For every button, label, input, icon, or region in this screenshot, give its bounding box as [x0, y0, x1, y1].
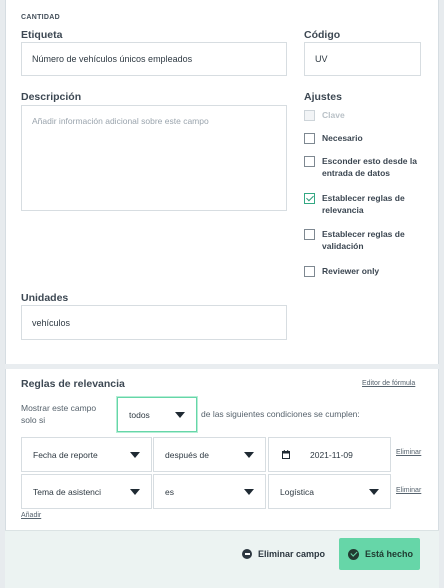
minus-circle-icon — [242, 549, 252, 559]
relevance-rules-checkbox-label: Establecer reglas de relevancia — [322, 193, 405, 215]
setting-validation-rules[interactable]: Establecer reglas de validación — [304, 228, 434, 252]
setting-required[interactable]: Necesario — [304, 132, 434, 144]
chevron-down-icon — [244, 451, 254, 458]
show-if-suffix: de las siguientes condiciones se cumplen… — [201, 409, 360, 419]
code-input-value: UV — [315, 54, 328, 64]
setting-reviewer-only[interactable]: Reviewer only — [304, 265, 434, 277]
section-divider — [5, 364, 439, 369]
key-checkbox-label: Clave — [322, 110, 345, 120]
rule-1-date-value: 2021-11-09 — [310, 449, 353, 460]
rule-1-field-value: Fecha de reporte — [33, 449, 98, 460]
rule-1-operator-value: después de — [165, 449, 209, 460]
chevron-down-icon — [130, 451, 140, 458]
settings-title: Ajustes — [304, 91, 342, 103]
label-field-title: Etiqueta — [21, 29, 63, 41]
rule-2-remove-link[interactable]: Eliminar — [396, 487, 421, 494]
relevance-rules-checkbox[interactable] — [304, 193, 315, 204]
label-input-value: Número de vehículos únicos empleados — [32, 54, 193, 64]
rule-2-field-select[interactable]: Tema de asistenci — [21, 474, 152, 509]
description-field-title: Descripción — [21, 91, 82, 103]
rule-2-operator-value: es — [165, 486, 174, 497]
chevron-down-icon — [244, 488, 254, 495]
units-input-value: vehículos — [32, 317, 71, 328]
required-checkbox-label: Necesario — [322, 133, 363, 143]
check-circle-icon — [348, 548, 359, 560]
delete-field-button[interactable]: Eliminar campo — [242, 548, 325, 560]
rule-2-value-select[interactable]: Logística — [268, 474, 391, 509]
rule-2-value: Logística — [280, 486, 315, 497]
validation-rules-checkbox-label: Establecer reglas de validación — [322, 229, 405, 251]
condition-mode-select[interactable]: todos — [117, 397, 197, 432]
rule-1-remove-link[interactable]: Eliminar — [396, 449, 421, 456]
validation-rules-checkbox[interactable] — [304, 229, 315, 240]
question-type-label: CANTIDAD — [21, 14, 60, 21]
hide-from-entry-checkbox-label: Esconder esto desde la entrada de datos — [322, 156, 417, 178]
description-placeholder: Añadir información adicional sobre este … — [32, 116, 209, 126]
done-label: Está hecho — [365, 549, 414, 559]
rule-2-operator-select[interactable]: es — [153, 474, 266, 509]
setting-key: Clave — [304, 109, 434, 121]
hide-from-entry-checkbox[interactable] — [304, 156, 315, 167]
chevron-down-icon — [369, 488, 379, 495]
code-field-title: Código — [304, 29, 341, 41]
units-field-title: Unidades — [21, 292, 69, 304]
chevron-down-icon — [130, 488, 140, 495]
chevron-down-icon — [175, 411, 185, 418]
code-input[interactable]: UV — [304, 42, 421, 76]
rule-1-field-select[interactable]: Fecha de reporte — [21, 437, 152, 472]
delete-field-label: Eliminar campo — [258, 549, 326, 559]
calendar-icon — [282, 450, 290, 459]
setting-hide-from-entry[interactable]: Esconder esto desde la entrada de datos — [304, 155, 434, 179]
setting-relevance-rules[interactable]: Establecer reglas de relevancia — [304, 192, 434, 216]
description-textarea[interactable]: Añadir información adicional sobre este … — [21, 105, 287, 211]
units-input[interactable]: vehículos — [21, 305, 287, 340]
formula-editor-link[interactable]: Editor de fórmula — [362, 380, 415, 387]
condition-mode-value: todos — [129, 409, 150, 420]
key-checkbox — [304, 110, 315, 121]
reviewer-only-checkbox[interactable] — [304, 266, 315, 277]
relevance-section-title: Reglas de relevancia — [21, 378, 125, 390]
required-checkbox[interactable] — [304, 133, 315, 144]
rule-1-date-input[interactable]: 2021-11-09 — [268, 437, 391, 472]
reviewer-only-checkbox-label: Reviewer only — [322, 266, 380, 276]
add-rule-link[interactable]: Añadir — [21, 512, 41, 519]
done-button[interactable]: Está hecho — [339, 538, 420, 570]
rule-2-field-value: Tema de asistenci — [33, 486, 102, 497]
show-if-prefix: Mostrar este campo solo si — [21, 403, 97, 425]
label-input[interactable]: Número de vehículos únicos empleados — [21, 42, 287, 76]
rule-1-operator-select[interactable]: después de — [153, 437, 266, 472]
